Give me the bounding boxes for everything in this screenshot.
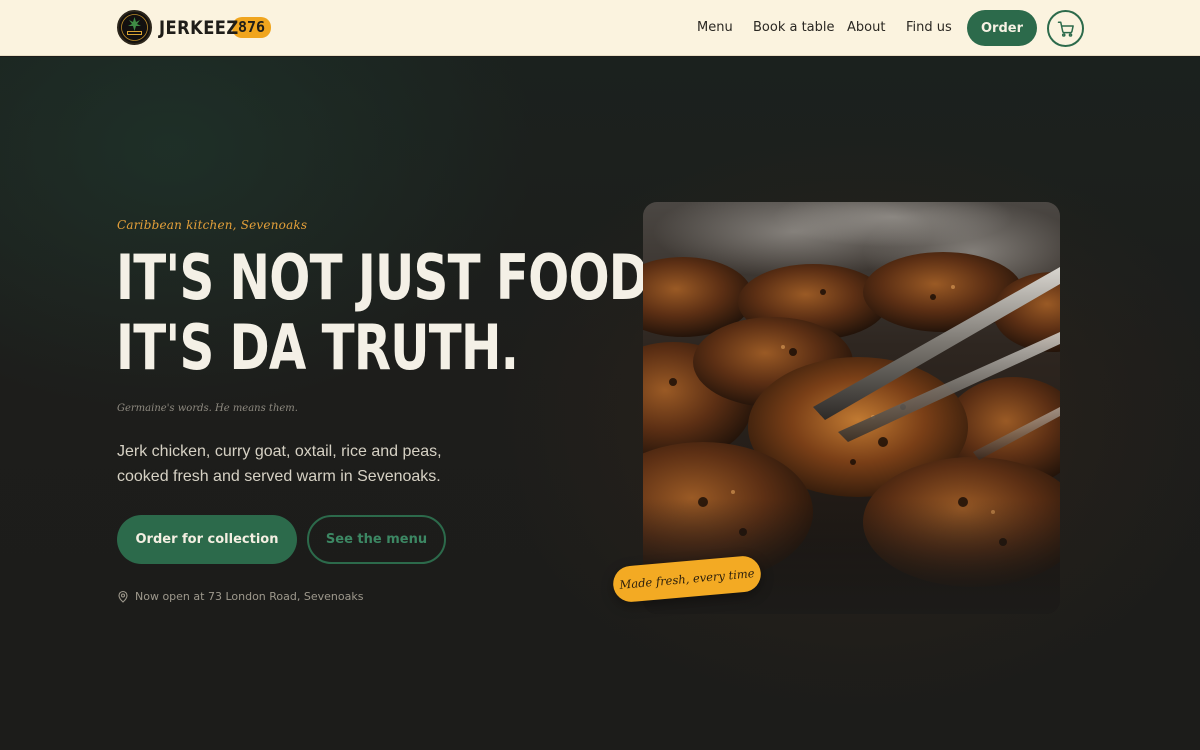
hero-signature-note: Germaine's words. He means them. [117,403,298,414]
nav-link-about[interactable]: About [847,20,885,35]
hero-headline-line-2: IT'S DA TRUTH. [116,311,519,384]
hero-section: Caribbean kitchen, Sevenoaks IT'S NOT JU… [0,57,1200,750]
location-note: Now open at 73 London Road, Sevenoaks [117,590,363,603]
order-for-collection-button[interactable]: Order for collection [117,515,297,564]
nav-link-book-a-table[interactable]: Book a table [753,20,835,35]
site-header: JERKEEZ 876 Menu Book a table About Find… [0,0,1200,56]
hero-headline-line-1: IT'S NOT JUST FOOD, [116,241,667,314]
order-button[interactable]: Order [967,10,1037,46]
jerkeez-logo-icon [117,10,152,45]
brand-logo-link[interactable]: JERKEEZ 876 [117,10,272,45]
cart-button[interactable] [1047,10,1084,47]
nav-link-menu[interactable]: Menu [697,20,733,35]
map-pin-icon [117,590,129,603]
hero-eyebrow: Caribbean kitchen, Sevenoaks [117,218,308,232]
cart-icon [1057,20,1075,38]
location-text: Now open at 73 London Road, Sevenoaks [135,590,364,603]
see-the-menu-button[interactable]: See the menu [307,515,446,564]
hero-description: Jerk chicken, curry goat, oxtail, rice a… [117,443,442,485]
brand-name: JERKEEZ [159,16,239,39]
nav-link-find-us[interactable]: Find us [906,20,952,35]
hero-food-image [643,202,1060,614]
hero-headline: IT'S NOT JUST FOOD, IT'S DA TRUTH. [116,241,667,384]
